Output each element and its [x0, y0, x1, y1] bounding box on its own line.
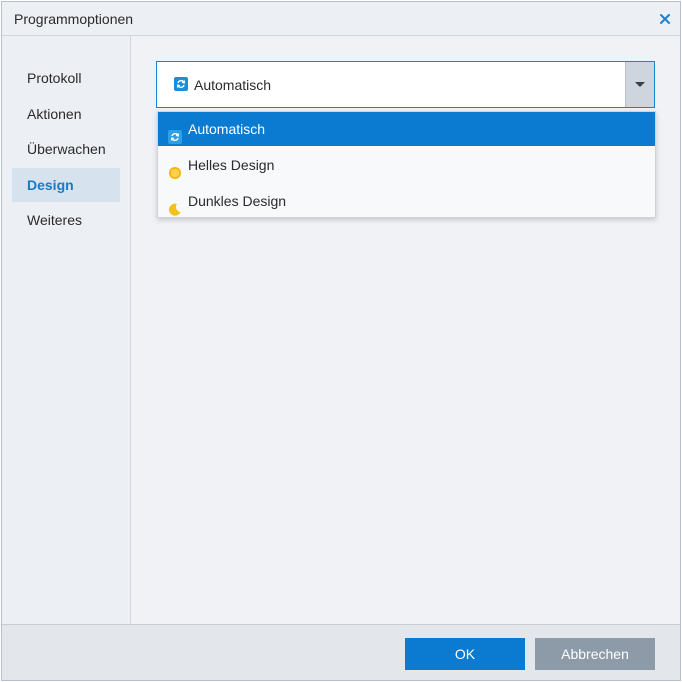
option-helles-design[interactable]: Helles Design [158, 148, 655, 182]
sun-icon [168, 158, 182, 179]
title-bar: Programmoptionen [2, 2, 680, 36]
sidebar-item-protokoll[interactable]: Protokoll [12, 61, 120, 95]
options-dialog: Programmoptionen Protokoll Aktionen Über… [1, 1, 681, 681]
ok-button[interactable]: OK [405, 638, 525, 670]
sidebar: Protokoll Aktionen Überwachen Design Wei… [2, 36, 131, 624]
sidebar-item-design[interactable]: Design [12, 168, 120, 202]
option-automatisch[interactable]: Automatisch [158, 112, 655, 146]
dialog-footer: OK Abbrechen [2, 624, 680, 680]
option-label: Dunkles Design [188, 193, 287, 209]
option-label: Automatisch [188, 121, 266, 137]
design-select-value: Automatisch [194, 77, 272, 93]
dropdown-toggle[interactable] [625, 62, 654, 107]
auto-theme-icon [168, 122, 182, 144]
option-dunkles-design[interactable]: Dunkles Design [158, 184, 655, 218]
moon-icon [168, 194, 182, 216]
close-icon [660, 14, 670, 24]
cancel-button[interactable]: Abbrechen [535, 638, 655, 670]
content-panel: Automatisch Automatisch Helles Design Du… [132, 36, 680, 624]
dialog-title: Programmoptionen [14, 11, 134, 27]
sidebar-item-weiteres[interactable]: Weiteres [12, 203, 120, 237]
chevron-down-icon [635, 81, 645, 87]
design-select[interactable]: Automatisch [156, 61, 655, 108]
option-label: Helles Design [188, 157, 275, 173]
sidebar-item-ueberwachen[interactable]: Überwachen [12, 132, 120, 166]
auto-theme-icon [174, 77, 188, 94]
sidebar-item-aktionen[interactable]: Aktionen [12, 97, 120, 131]
close-button[interactable] [656, 10, 674, 28]
design-dropdown-list: Automatisch Helles Design Dunkles Design [157, 111, 656, 218]
